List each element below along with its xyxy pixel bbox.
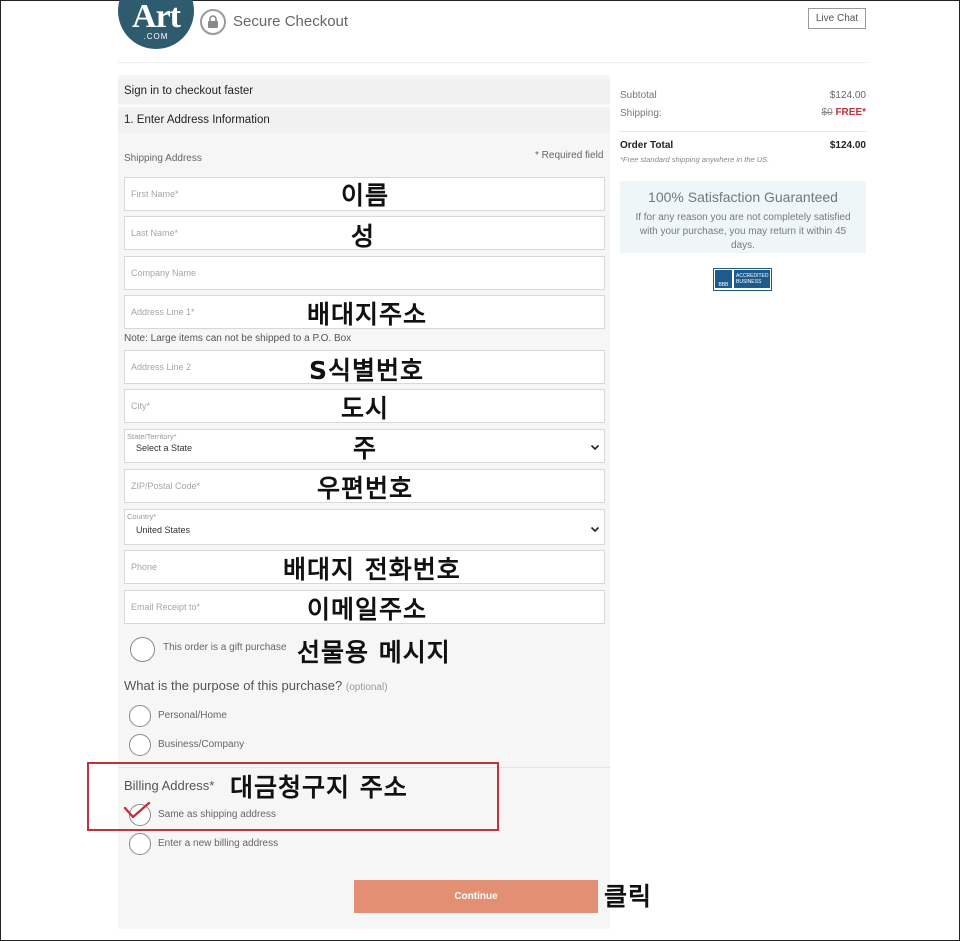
email-annotation: 이메일주소	[307, 595, 428, 624]
po-box-note: Note: Large items can not be shipped to …	[124, 333, 352, 344]
required-note: * Required field	[535, 150, 604, 161]
free-shipping-note: *Free standard shipping anywhere in the …	[620, 155, 770, 164]
address1-placeholder: Address Line 1*	[131, 307, 195, 317]
phone-annotation: 배대지 전화번호	[283, 555, 461, 584]
shipping-old-price: $0	[821, 107, 833, 118]
shipping-free: FREE*	[835, 107, 866, 118]
bbb-accredited-badge[interactable]: BBB ACCREDITED BUSINESS	[713, 268, 772, 291]
state-value: Select a State	[136, 443, 193, 453]
city-annotation: 도시	[341, 394, 390, 423]
email-placeholder: Email Receipt to*	[131, 602, 201, 612]
continue-annotation: 클릭	[604, 882, 653, 911]
continue-button[interactable]: Continue	[354, 880, 598, 913]
country-select[interactable]: Country* United States	[124, 509, 605, 545]
purpose-question: What is the purpose of this purchase? (o…	[124, 678, 388, 693]
summary-divider	[619, 131, 867, 132]
purpose-business-label: Business/Company	[158, 739, 245, 750]
billing-highlight-box	[87, 762, 499, 831]
header-divider	[118, 62, 868, 63]
country-value: United States	[136, 525, 191, 535]
company-placeholder: Company Name	[131, 268, 197, 278]
purpose-personal-label: Personal/Home	[158, 710, 227, 721]
last-name-placeholder: Last Name*	[131, 228, 179, 238]
guarantee-title: 100% Satisfaction Guaranteed	[648, 189, 838, 205]
live-chat-button[interactable]: Live Chat	[808, 8, 866, 29]
purpose-business-radio[interactable]	[129, 734, 151, 756]
subtotal-value: $124.00	[829, 90, 866, 101]
gift-label: This order is a gift purchase	[163, 642, 287, 653]
shipping-label: Shipping:	[620, 108, 662, 119]
page-title: Secure Checkout	[233, 13, 349, 30]
guarantee-box: 100% Satisfaction Guaranteed If for any …	[620, 181, 866, 253]
state-annotation: 주	[353, 434, 378, 463]
city-placeholder: City*	[131, 401, 151, 411]
gift-annotation: 선물용 메시지	[297, 638, 451, 667]
purpose-question-text: What is the purpose of this purchase?	[124, 678, 343, 693]
section-divider	[118, 105, 610, 106]
art-logo[interactable]: Art .COM	[118, 0, 194, 49]
order-total-label: Order Total	[620, 140, 674, 151]
guarantee-text: If for any reason you are not completely…	[635, 212, 851, 251]
zip-annotation: 우편번호	[317, 474, 414, 503]
first-name-annotation: 이름	[341, 181, 390, 210]
bbb-text: ACCREDITED BUSINESS	[734, 270, 770, 288]
last-name-annotation: 성	[351, 222, 376, 251]
bbb-seal-icon: BBB	[715, 270, 732, 288]
order-total-value: $124.00	[829, 140, 866, 151]
lock-icon	[200, 9, 226, 35]
phone-placeholder: Phone	[131, 562, 158, 572]
first-name-placeholder: First Name*	[131, 189, 179, 199]
logo-text: Art	[132, 0, 181, 35]
logo-subtext: .COM	[143, 32, 169, 41]
address1-annotation: 배대지주소	[307, 300, 428, 329]
address2-placeholder: Address Line 2	[131, 362, 192, 372]
billing-new-radio[interactable]	[129, 833, 151, 855]
optional-tag: (optional)	[345, 682, 388, 693]
subtotal-label: Subtotal	[620, 90, 657, 101]
chevron-down-icon	[590, 521, 600, 539]
shipping-address-label: Shipping Address	[124, 153, 202, 164]
bbb-line2: BUSINESS	[736, 279, 762, 285]
state-label: State/Territory*	[127, 432, 177, 441]
country-label: Country*	[127, 512, 157, 521]
chevron-down-icon	[590, 439, 600, 457]
address2-annotation: S식별번호	[309, 356, 425, 385]
step-heading: 1. Enter Address Information	[118, 108, 610, 133]
shipping-value: $0 FREE*	[791, 107, 866, 118]
billing-new-label: Enter a new billing address	[158, 838, 279, 849]
zip-placeholder: ZIP/Postal Code*	[131, 481, 201, 491]
sign-in-link[interactable]: Sign in to checkout faster	[118, 79, 610, 104]
purpose-personal-radio[interactable]	[129, 705, 151, 727]
gift-checkbox[interactable]	[130, 637, 155, 662]
company-name-field[interactable]: Company Name	[124, 256, 605, 290]
